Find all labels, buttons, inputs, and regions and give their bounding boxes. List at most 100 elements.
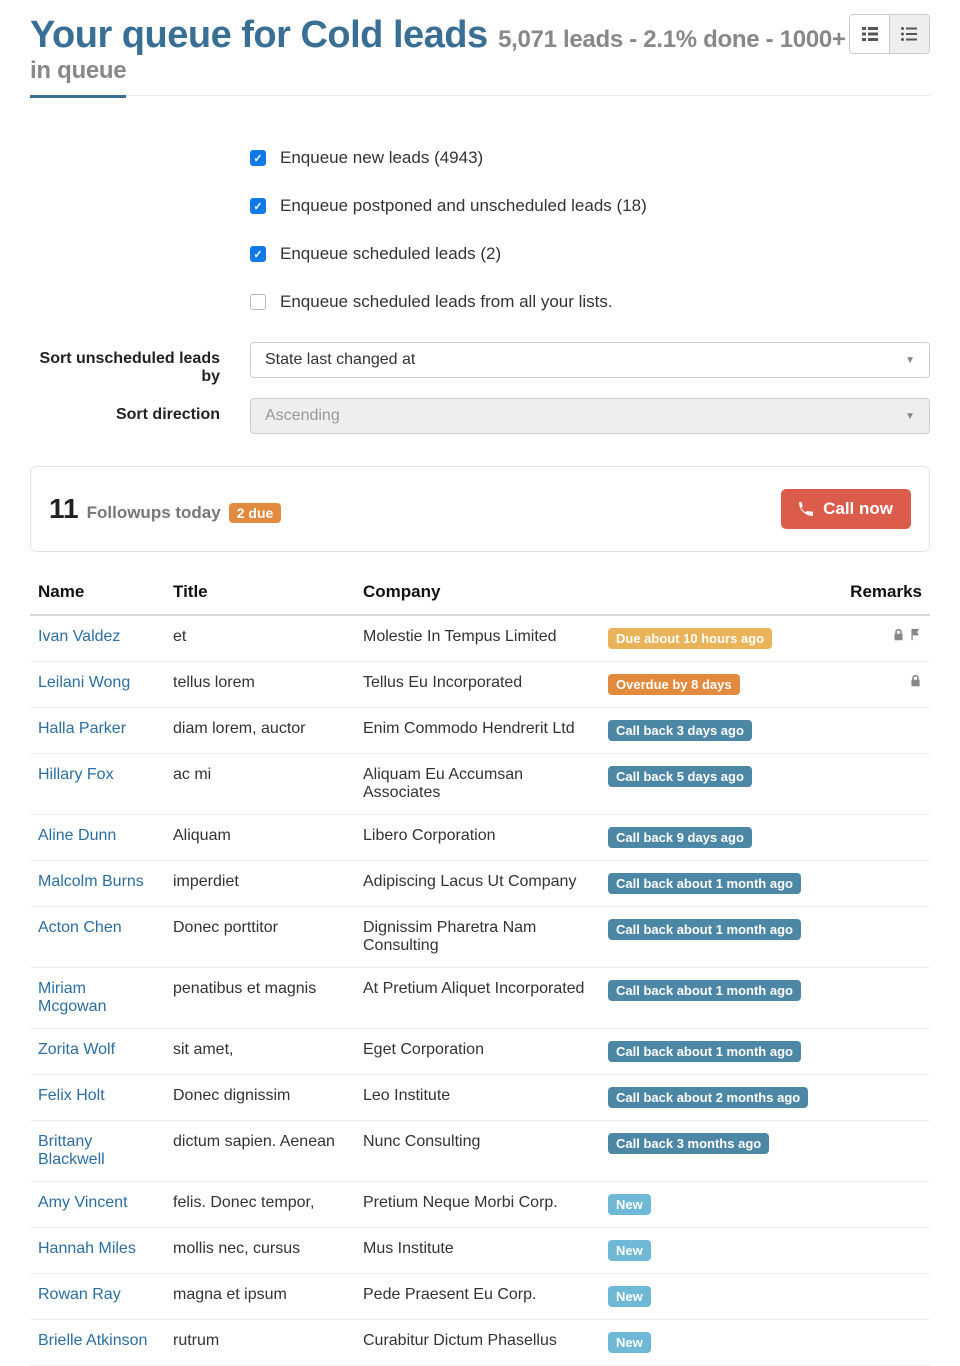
lead-title: et [165,615,355,662]
sort-direction-select[interactable]: Ascending ▼ [250,398,930,434]
checkbox-postponed-leads[interactable] [250,198,266,214]
table-row: Malcolm Burns imperdietAdipiscing Lacus U… [30,861,930,907]
select-value: Ascending [265,407,340,425]
lead-title: sit amet, [165,1029,355,1075]
status-badge: Call back about 1 month ago [608,919,801,940]
th-title: Title [165,570,355,615]
lead-name-link[interactable]: Zorita Wolf [38,1041,115,1058]
lead-company: Pede Praesent Eu Corp. [355,1274,600,1320]
status-badge: New [608,1240,651,1261]
status-badge: New [608,1194,651,1215]
checkbox-label: Enqueue scheduled leads (2) [280,244,501,264]
status-badge: Overdue by 8 days [608,674,740,695]
status-badge: New [608,1286,651,1307]
lead-name-link[interactable]: Leilani Wong [38,674,130,691]
th-remarks: Remarks [816,570,930,615]
lead-company: Mus Institute [355,1228,600,1274]
lead-name-link[interactable]: Hillary Fox [38,766,114,783]
table-row: Miriam Mcgowanpenatibus et magnisAt Pret… [30,968,930,1029]
lead-title: mollis nec, cursus [165,1228,355,1274]
view-list-button[interactable] [890,15,929,53]
lead-name-link[interactable]: Malcolm Burns [38,873,144,890]
table-row: Felix HoltDonec dignissimLeo InstituteCa… [30,1075,930,1121]
lead-name-link[interactable]: Miriam Mcgowan [38,980,106,1015]
lead-title: felis. Donec tempor, [165,1182,355,1228]
lead-company: Aliquam Eu Accumsan Associates [355,754,600,815]
lock-icon [909,674,922,687]
status-badge: Call back about 1 month ago [608,980,801,1001]
lead-name-link[interactable]: Acton Chen [38,919,122,936]
table-row: Ivan Valdez etMolestie In Tempus Limited D… [30,615,930,662]
lead-name-link[interactable]: Aline Dunn [38,827,116,844]
lead-title: imperdiet [165,861,355,907]
lead-company: At Pretium Aliquet Incorporated [355,968,600,1029]
lead-company: Nunc Consulting [355,1121,600,1182]
lead-company: Curabitur Dictum Phasellus [355,1320,600,1366]
table-row: Zorita Wolf sit amet,Eget Corporation Call… [30,1029,930,1075]
status-badge: Call back 9 days ago [608,827,752,848]
remarks-icons [892,628,922,641]
status-badge: Call back about 1 month ago [608,1041,801,1062]
lead-title: Aliquam [165,815,355,861]
remarks-icons [909,674,922,687]
checkbox-label: Enqueue scheduled leads from all your li… [280,292,613,312]
call-now-button[interactable]: Call now [781,489,911,529]
lock-icon [892,628,905,641]
status-badge: Call back about 1 month ago [608,873,801,894]
lead-title: diam lorem, auctor [165,708,355,754]
lead-name-link[interactable]: Amy Vincent [38,1194,128,1211]
lead-name-link[interactable]: Hannah Miles [38,1240,136,1257]
lead-company: Molestie In Tempus Limited [355,615,600,662]
th-company: Company [355,570,600,615]
lead-name-link[interactable]: Halla Parker [38,720,126,737]
status-badge: New [608,1332,651,1353]
chevron-down-icon: ▼ [905,355,915,366]
lead-company: Enim Commodo Hendrerit Ltd [355,708,600,754]
grid-icon [862,27,878,41]
view-grid-button[interactable] [850,15,889,53]
th-name: Name [30,570,165,615]
lead-title: magna et ipsum [165,1274,355,1320]
page-title: Your queue for Cold leads [30,14,488,56]
lead-name-link[interactable]: Ivan Valdez [38,628,120,645]
due-badge: 2 due [229,503,282,523]
list-icon [901,27,917,41]
flag-icon [909,628,922,641]
followups-bar: 11 Followups today 2 due Call now [30,466,930,552]
lead-name-link[interactable]: Brittany Blackwell [38,1133,105,1168]
lead-company: Leo Institute [355,1075,600,1121]
sort-unscheduled-label: Sort unscheduled leads by [30,342,250,386]
call-now-label: Call now [823,499,893,519]
followups-count: 11 [49,493,79,525]
checkbox-all-lists[interactable] [250,294,266,310]
lead-company: Pretium Neque Morbi Corp. [355,1182,600,1228]
lead-name-link[interactable]: Rowan Ray [38,1286,121,1303]
table-row: Amy Vincent felis. Donec tempor,Pretium N… [30,1182,930,1228]
table-row: Halla Parker diam lorem, auctorEnim Commo… [30,708,930,754]
checkbox-new-leads[interactable] [250,150,266,166]
lead-company: Eget Corporation [355,1029,600,1075]
checkbox-scheduled-leads[interactable] [250,246,266,262]
table-row: Hannah Miles mollis nec, cursusMus Instit… [30,1228,930,1274]
phone-icon [799,501,815,517]
table-row: Aline Dunn AliquamLibero Corporation Call … [30,815,930,861]
table-row: Hillary Foxac miAliquam Eu Accumsan Asso… [30,754,930,815]
lead-company: Adipiscing Lacus Ut Company [355,861,600,907]
leads-table: Name Title Company Remarks Ivan Valdez et… [30,570,930,1366]
sort-unscheduled-select[interactable]: State last changed at ▼ [250,342,930,378]
lead-name-link[interactable]: Brielle Atkinson [38,1332,147,1349]
table-row: Brielle AtkinsonrutrumCurabitur Dictum P… [30,1320,930,1366]
lead-title: tellus lorem [165,662,355,708]
lead-company: Dignissim Pharetra Nam Consulting [355,907,600,968]
view-toggle [849,14,930,54]
lead-title: dictum sapien. Aenean [165,1121,355,1182]
chevron-down-icon: ▼ [905,411,915,422]
lead-company: Libero Corporation [355,815,600,861]
lead-name-link[interactable]: Felix Holt [38,1087,105,1104]
status-badge: Call back 3 months ago [608,1133,769,1154]
table-row: Acton ChenDonec porttitorDignissim Phare… [30,907,930,968]
status-badge: Due about 10 hours ago [608,628,772,649]
checkbox-label: Enqueue new leads (4943) [280,148,483,168]
sort-direction-label: Sort direction [30,398,250,424]
lead-company: Tellus Eu Incorporated [355,662,600,708]
